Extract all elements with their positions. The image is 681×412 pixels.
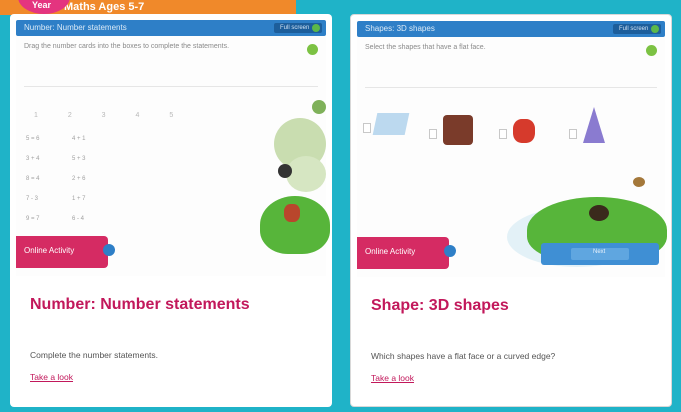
banner-label: Maths Ages 5-7 [64, 1, 145, 13]
fullscreen-label: Full screen [280, 25, 310, 31]
activity-header-bar: Number: Number statements Full screen [16, 20, 326, 36]
leaf-decoration [312, 100, 326, 114]
next-button[interactable]: Next [541, 243, 659, 265]
online-activity-button[interactable]: Online Activity [16, 236, 108, 268]
shape-checkbox[interactable] [499, 129, 507, 139]
shape-checkbox[interactable] [429, 129, 437, 139]
fullscreen-icon [651, 25, 659, 33]
help-icon[interactable] [307, 44, 318, 55]
pyramid-shape[interactable] [583, 107, 605, 143]
card-title[interactable]: Shape: 3D shapes [371, 297, 509, 315]
character-illustration [589, 205, 609, 221]
preview-divider [24, 86, 318, 87]
cuboid-shape[interactable] [372, 113, 410, 135]
help-icon[interactable] [646, 45, 657, 56]
activity-header-title: Shapes: 3D shapes [365, 24, 435, 33]
activity-header-bar: Shapes: 3D shapes Full screen [357, 21, 665, 37]
activity-instruction: Drag the number cards into the boxes to … [24, 43, 230, 50]
character-illustration [278, 164, 292, 178]
statement-left: 9 = 7 [26, 216, 40, 222]
shape-checkbox[interactable] [569, 129, 577, 139]
cube-shape[interactable] [443, 115, 473, 145]
badge-text: Year [32, 0, 52, 10]
fullscreen-icon [312, 24, 320, 32]
online-activity-label: Online Activity [365, 247, 416, 256]
statement-right: 1 + 7 [72, 196, 86, 202]
online-activity-label: Online Activity [24, 246, 75, 255]
take-a-look-link[interactable]: Take a look [371, 373, 414, 383]
activity-card-3d-shapes[interactable]: Shapes: 3D shapes Full screen Select the… [350, 14, 672, 407]
vine-decoration [286, 156, 326, 192]
next-button-label: Next [593, 249, 606, 255]
number-tiles[interactable]: 1 2 3 4 5 [34, 112, 187, 119]
bird-illustration [633, 177, 645, 187]
card-title[interactable]: Number: Number statements [30, 296, 250, 314]
statement-left: 5 = 6 [26, 136, 40, 142]
online-activity-icon [103, 244, 115, 256]
activity-instruction: Select the shapes that have a flat face. [365, 44, 486, 51]
fullscreen-button[interactable]: Full screen [274, 23, 322, 33]
activity-header-title: Number: Number statements [24, 23, 127, 32]
statement-left: 8 = 4 [26, 176, 40, 182]
statement-left: 7 - 3 [26, 196, 39, 202]
online-activity-icon [444, 245, 456, 257]
shape-checkbox[interactable] [363, 123, 371, 133]
card-description: Complete the number statements. [30, 350, 159, 360]
fullscreen-label: Full screen [619, 26, 649, 32]
statement-right: 4 + 1 [72, 136, 86, 142]
statement-right: 5 + 3 [72, 156, 86, 162]
preview-divider [365, 87, 657, 88]
statement-right: 6 - 4 [72, 216, 85, 222]
statement-left: 3 + 4 [26, 156, 40, 162]
activity-card-number-statements[interactable]: 1 2 3 4 5 5 = 6 3 + 4 8 = 4 7 - 3 9 = 7 … [10, 14, 332, 407]
online-activity-button[interactable]: Online Activity [357, 237, 449, 269]
cone-shape[interactable] [513, 119, 535, 143]
take-a-look-link[interactable]: Take a look [30, 372, 73, 382]
character-illustration [284, 204, 300, 222]
statement-right: 2 + 6 [72, 176, 86, 182]
next-button-inner: Next [571, 248, 629, 260]
fullscreen-button[interactable]: Full screen [613, 24, 661, 34]
card-description: Which shapes have a flat face or a curve… [371, 351, 556, 361]
